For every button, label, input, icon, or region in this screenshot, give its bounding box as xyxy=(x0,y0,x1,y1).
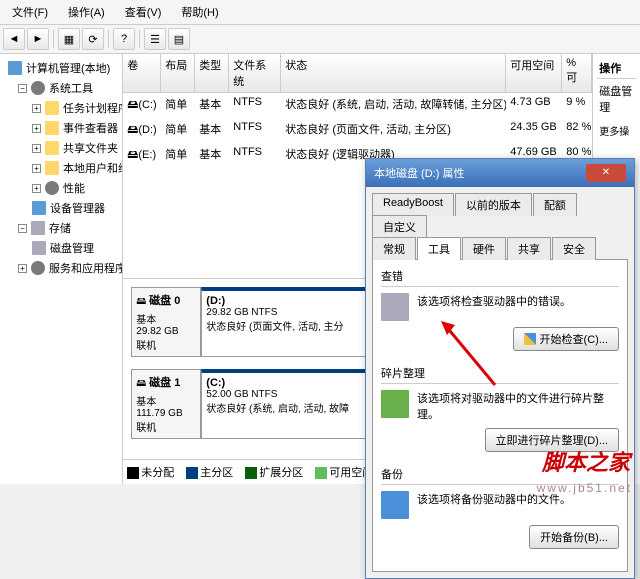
volume-grid-header: 卷 布局 类型 文件系统 状态 可用空间 % 可 xyxy=(123,54,592,93)
col-pct[interactable]: % 可 xyxy=(562,54,592,92)
view-button[interactable]: ▦ xyxy=(58,28,80,50)
watermark-url: www.jb51.net xyxy=(537,481,632,495)
menu-action[interactable]: 操作(A) xyxy=(60,2,113,22)
shield-icon xyxy=(524,333,536,345)
device-icon xyxy=(32,201,46,215)
folder-icon xyxy=(45,141,59,155)
close-button[interactable]: ✕ xyxy=(586,164,626,182)
collapse-icon[interactable]: − xyxy=(18,84,27,93)
actions-diskmgmt[interactable]: 磁盘管理 xyxy=(597,79,636,119)
menu-file[interactable]: 文件(F) xyxy=(4,2,56,22)
toolbar: ◄ ► ▦ ⟳ ? ☰ ▤ xyxy=(0,25,640,54)
services-icon xyxy=(31,261,45,275)
tree-services[interactable]: +服务和应用程序 xyxy=(4,258,118,278)
check-icon xyxy=(381,293,409,321)
dialog-titlebar[interactable]: 本地磁盘 (D:) 属性 ✕ xyxy=(366,159,634,187)
tree-computer-mgmt[interactable]: 计算机管理(本地) xyxy=(4,58,118,78)
expand-icon[interactable]: + xyxy=(32,104,41,113)
refresh-button[interactable]: ⟳ xyxy=(82,28,104,50)
expand-icon[interactable]: + xyxy=(32,144,41,153)
tab-tools-body: 查错 该选项将检查驱动器中的错误。 开始检查(C)... 碎片整理 该选项将对驱… xyxy=(372,259,628,572)
back-button[interactable]: ◄ xyxy=(3,28,25,50)
tab-hardware[interactable]: 硬件 xyxy=(462,237,506,260)
expand-icon[interactable]: + xyxy=(32,124,41,133)
expand-icon[interactable]: + xyxy=(32,164,41,173)
tools-icon xyxy=(31,81,45,95)
event-icon xyxy=(45,121,59,135)
tree-shared-folders[interactable]: +共享文件夹 xyxy=(4,138,118,158)
list-button[interactable]: ☰ xyxy=(144,28,166,50)
tab-readyboost[interactable]: ReadyBoost xyxy=(372,193,454,216)
backup-now-button[interactable]: 开始备份(B)... xyxy=(529,525,619,549)
tree-local-users[interactable]: +本地用户和组 xyxy=(4,158,118,178)
computer-icon xyxy=(8,61,22,75)
tree-task-scheduler[interactable]: +任务计划程序 xyxy=(4,98,118,118)
defrag-icon xyxy=(381,390,409,418)
properties-dialog: 本地磁盘 (D:) 属性 ✕ ReadyBoost 以前的版本 配额 自定义 常… xyxy=(365,158,635,579)
tree-disk-mgmt[interactable]: 磁盘管理 xyxy=(4,238,118,258)
users-icon xyxy=(45,161,59,175)
tab-sharing[interactable]: 共享 xyxy=(507,237,551,260)
menu-view[interactable]: 查看(V) xyxy=(117,2,170,22)
col-filesystem[interactable]: 文件系统 xyxy=(229,54,281,92)
actions-more[interactable]: 更多操 xyxy=(597,119,636,142)
tab-custom[interactable]: 自定义 xyxy=(372,215,427,238)
group-defrag: 碎片整理 该选项将对驱动器中的文件进行碎片整理。 立即进行碎片整理(D)... xyxy=(381,365,619,452)
col-status[interactable]: 状态 xyxy=(281,54,506,92)
clock-icon xyxy=(45,101,59,115)
volume-row[interactable]: 🖴(C:)简单基本NTFS状态良好 (系统, 启动, 活动, 故障转储, 主分区… xyxy=(123,93,592,118)
tree-storage[interactable]: −存储 xyxy=(4,218,118,238)
storage-icon xyxy=(31,221,45,235)
tree-event-viewer[interactable]: +事件查看器 xyxy=(4,118,118,138)
expand-icon[interactable]: + xyxy=(32,184,41,193)
tab-prevversions[interactable]: 以前的版本 xyxy=(455,193,532,216)
col-free[interactable]: 可用空间 xyxy=(506,54,562,92)
backup-icon xyxy=(381,491,409,519)
col-volume[interactable]: 卷 xyxy=(123,54,161,92)
volume-row[interactable]: 🖴(D:)简单基本NTFS状态良好 (页面文件, 活动, 主分区)24.35 G… xyxy=(123,118,592,143)
expand-icon[interactable]: + xyxy=(18,264,27,273)
menubar: 文件(F) 操作(A) 查看(V) 帮助(H) xyxy=(0,0,640,25)
tab-general[interactable]: 常规 xyxy=(372,237,416,260)
volume-grid-body: 🖴(C:)简单基本NTFS状态良好 (系统, 启动, 活动, 故障转储, 主分区… xyxy=(123,93,592,168)
watermark: 脚本之家 xyxy=(542,445,630,477)
help-button[interactable]: ? xyxy=(113,28,135,50)
col-layout[interactable]: 布局 xyxy=(161,54,195,92)
nav-tree: 计算机管理(本地) −系统工具 +任务计划程序 +事件查看器 +共享文件夹 +本… xyxy=(0,54,123,484)
forward-button[interactable]: ► xyxy=(27,28,49,50)
disk-icon xyxy=(32,241,46,255)
actions-title: 操作 xyxy=(597,58,636,79)
dialog-tabs: ReadyBoost 以前的版本 配额 自定义 常规 工具 硬件 共享 安全 xyxy=(366,187,634,259)
group-check: 查错 该选项将检查驱动器中的错误。 开始检查(C)... xyxy=(381,268,619,351)
tab-quota[interactable]: 配额 xyxy=(533,193,577,216)
group-backup: 备份 该选项将备份驱动器中的文件。 开始备份(B)... xyxy=(381,466,619,549)
tab-security[interactable]: 安全 xyxy=(552,237,596,260)
tab-tools[interactable]: 工具 xyxy=(417,237,461,260)
col-type[interactable]: 类型 xyxy=(195,54,229,92)
tree-system-tools[interactable]: −系统工具 xyxy=(4,78,118,98)
tree-device-mgr[interactable]: 设备管理器 xyxy=(4,198,118,218)
check-now-button[interactable]: 开始检查(C)... xyxy=(513,327,619,351)
details-button[interactable]: ▤ xyxy=(168,28,190,50)
perf-icon xyxy=(45,181,59,195)
dialog-title-text: 本地磁盘 (D:) 属性 xyxy=(374,165,464,181)
collapse-icon[interactable]: − xyxy=(18,224,27,233)
menu-help[interactable]: 帮助(H) xyxy=(173,2,226,22)
tree-performance[interactable]: +性能 xyxy=(4,178,118,198)
